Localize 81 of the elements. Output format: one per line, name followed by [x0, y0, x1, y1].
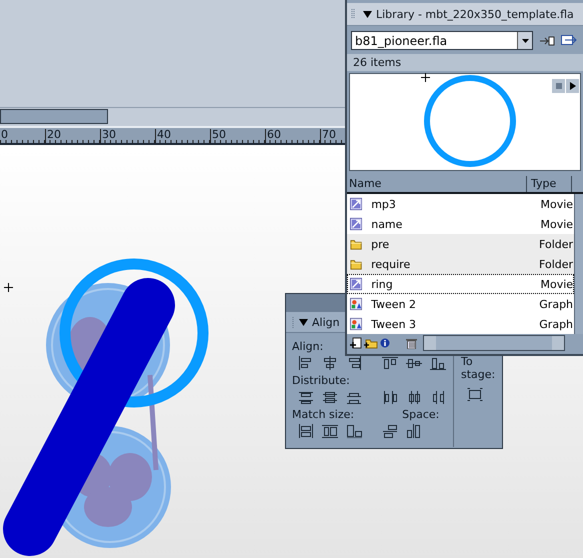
collapse-triangle-icon[interactable]: [299, 318, 308, 326]
item-type: Graph: [539, 298, 574, 310]
item-name: Tween 2: [371, 298, 418, 310]
align-center-icon[interactable]: [322, 356, 338, 370]
space-horizontal-icon[interactable]: [406, 424, 422, 438]
movie-clip-icon: [350, 197, 362, 211]
ruler-label: 60: [265, 129, 281, 143]
item-count: 26 items: [347, 54, 583, 71]
item-type: Movie: [540, 278, 574, 290]
item-type: Folder: [539, 238, 574, 250]
properties-icon[interactable]: [380, 338, 390, 348]
new-window-icon[interactable]: [561, 34, 577, 46]
library-item[interactable]: ring Movie: [347, 274, 574, 294]
horizontal-scrollbar[interactable]: [0, 107, 345, 128]
crosshair-icon: [421, 73, 430, 82]
item-name: require: [371, 258, 412, 270]
movie-clip-icon: [350, 277, 362, 291]
collapse-triangle-icon[interactable]: [363, 10, 372, 18]
section-label: Space:: [402, 408, 440, 421]
distribute-bottom-icon[interactable]: [346, 390, 362, 404]
trash-icon[interactable]: [406, 336, 417, 348]
distribute-horizontal-center-icon[interactable]: [406, 390, 422, 404]
library-item[interactable]: mp3 Movie: [347, 194, 574, 214]
library-item[interactable]: Tween 3 Graph: [347, 314, 574, 334]
to-stage-icon[interactable]: [467, 387, 483, 401]
match-width-icon[interactable]: [298, 424, 314, 438]
ruler-label: 70: [320, 129, 336, 143]
distribute-top-icon[interactable]: [298, 390, 314, 404]
folder-icon: [350, 257, 362, 271]
panel-title: Library - mbt_220x350_template.fla: [376, 8, 574, 20]
align-bottom-icon[interactable]: [430, 356, 446, 370]
section-label: Align:: [292, 340, 324, 353]
item-name: ring: [371, 278, 394, 290]
folder-icon: [350, 237, 362, 251]
distribute-right-icon[interactable]: [430, 390, 446, 404]
align-middle-icon[interactable]: [406, 356, 422, 370]
ruler-label: 30: [100, 129, 116, 143]
library-item[interactable]: pre Folder: [347, 234, 574, 254]
section-label: Distribute:: [292, 374, 350, 387]
item-name: Tween 3: [371, 318, 418, 330]
ruler-label: 0: [0, 129, 8, 143]
item-type: Movie: [540, 218, 574, 230]
section-label: Match size:: [292, 408, 354, 421]
item-name: mp3: [371, 198, 397, 210]
graphic-symbol-icon: [350, 317, 362, 331]
column-header[interactable]: Name: [347, 176, 527, 192]
match-width-height-icon[interactable]: [346, 424, 362, 438]
panel-grip-icon[interactable]: [351, 8, 355, 20]
library-item[interactable]: name Movie: [347, 214, 574, 234]
vertical-scrollbar[interactable]: [574, 194, 583, 334]
space-vertical-icon[interactable]: [382, 424, 398, 438]
item-name: pre: [371, 238, 390, 250]
document-dropdown[interactable]: b81_pioneer.fla: [351, 31, 533, 50]
panel-title: Align: [312, 316, 340, 328]
align-right-icon[interactable]: [346, 356, 362, 370]
item-name: name: [371, 218, 404, 230]
crosshair-icon: [4, 283, 13, 292]
ruler-label: 20: [45, 129, 61, 143]
section-label: To stage:: [461, 355, 496, 381]
library-item[interactable]: require Folder: [347, 254, 574, 274]
ruler-label: 50: [210, 129, 226, 143]
panel-grip-icon[interactable]: [292, 316, 295, 328]
distribute-left-icon[interactable]: [382, 390, 398, 404]
horizontal-scrollbar[interactable]: [423, 334, 565, 350]
align-top-icon[interactable]: [382, 356, 398, 370]
align-left-icon[interactable]: [298, 356, 314, 370]
movie-clip-icon: [350, 217, 362, 231]
new-folder-icon[interactable]: [364, 336, 378, 348]
new-symbol-icon[interactable]: [350, 336, 362, 348]
library-item[interactable]: Tween 2 Graph: [347, 294, 574, 314]
ruler-label: 40: [155, 129, 171, 143]
pin-icon[interactable]: [539, 34, 555, 46]
dropdown-arrow-icon[interactable]: [522, 38, 528, 42]
item-type: Graph: [539, 318, 574, 330]
item-type: Movie: [540, 198, 574, 210]
item-type: Folder: [539, 258, 574, 270]
match-height-icon[interactable]: [322, 424, 338, 438]
graphic-symbol-icon: [350, 297, 362, 311]
play-icon[interactable]: [570, 82, 576, 90]
column-header[interactable]: Type: [527, 176, 572, 192]
distribute-center-icon[interactable]: [322, 390, 338, 404]
